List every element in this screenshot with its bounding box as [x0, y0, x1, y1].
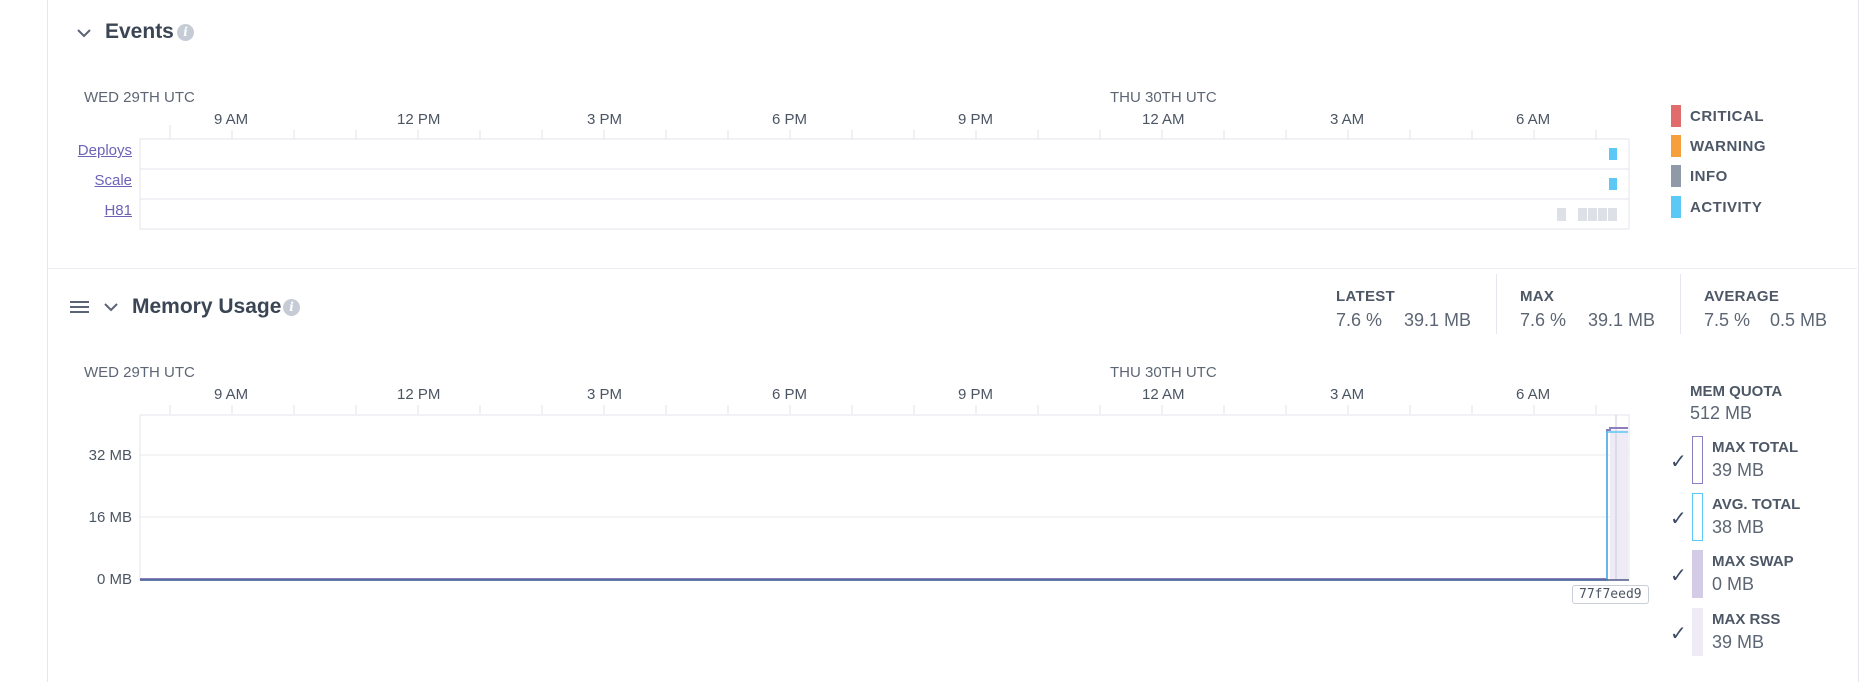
legend-swatch-activity — [1671, 196, 1681, 218]
legend-critical: CRITICAL — [1690, 108, 1764, 125]
max-swap-swatch — [1692, 550, 1703, 598]
memory-title: Memory Usage — [132, 295, 282, 318]
chevron-down-icon[interactable] — [76, 25, 92, 41]
events-row-scale-link[interactable]: Scale — [52, 172, 132, 189]
stat-divider — [1496, 274, 1497, 334]
legend-warning: WARNING — [1690, 138, 1766, 155]
stat-latest-label: LATEST — [1336, 288, 1396, 305]
max-rss-label: MAX RSS — [1712, 611, 1781, 628]
events-date-left: WED 29TH UTC — [84, 89, 195, 106]
y-axis-label: 16 MB — [88, 509, 132, 526]
h81-event-marker — [1588, 208, 1597, 221]
deploy-event-marker — [1609, 148, 1617, 160]
stat-latest-pct: 7.6 % — [1336, 310, 1383, 330]
y-axis-label: 0 MB — [96, 571, 132, 588]
max-swap-value: 0 MB — [1712, 574, 1755, 594]
events-row-h81-link[interactable]: H81 — [52, 202, 132, 219]
stat-max-label: MAX — [1520, 288, 1555, 305]
h81-event-marker — [1608, 208, 1617, 221]
legend-activity: ACTIVITY — [1690, 199, 1763, 216]
events-row-deploys-track — [139, 138, 1630, 170]
max-total-value: 39 MB — [1712, 460, 1765, 480]
avg-total-swatch — [1692, 493, 1703, 541]
section-divider — [48, 268, 1857, 269]
commit-tag[interactable]: 77f7eed9 — [1572, 585, 1649, 604]
stat-max-pct: 7.6 % — [1520, 310, 1567, 330]
info-icon[interactable]: i — [177, 24, 194, 41]
stat-divider — [1680, 274, 1681, 334]
stat-max-mb: 39.1 MB — [1588, 310, 1656, 330]
max-rss-value: 39 MB — [1712, 632, 1765, 652]
legend-info: INFO — [1690, 168, 1728, 185]
mem-quota-label: MEM QUOTA — [1690, 383, 1783, 400]
h81-event-marker — [1598, 208, 1607, 221]
info-icon[interactable]: i — [283, 299, 300, 316]
events-row-deploys-link[interactable]: Deploys — [52, 142, 132, 159]
checkmark-icon[interactable]: ✓ — [1670, 621, 1687, 646]
legend-swatch-warning — [1671, 135, 1681, 157]
mem-quota-value: 512 MB — [1690, 403, 1753, 423]
memory-chart — [139, 405, 1630, 581]
stat-average-label: AVERAGE — [1704, 288, 1780, 305]
y-axis-label: 32 MB — [88, 447, 132, 464]
avg-total-label: AVG. TOTAL — [1712, 496, 1801, 513]
events-date-mid: THU 30TH UTC — [1110, 89, 1217, 106]
max-rss-area — [1610, 430, 1628, 580]
events-title: Events — [105, 20, 174, 43]
max-swap-label: MAX SWAP — [1712, 553, 1794, 570]
checkmark-icon[interactable]: ✓ — [1670, 449, 1687, 474]
avg-total-value: 38 MB — [1712, 517, 1765, 537]
h81-event-marker — [1578, 208, 1587, 221]
events-row-scale-track — [139, 168, 1630, 200]
events-timeline — [139, 125, 1630, 230]
scale-event-marker — [1609, 178, 1617, 190]
memory-date-mid: THU 30TH UTC — [1110, 364, 1217, 381]
events-row-h81-track — [139, 198, 1630, 230]
hamburger-menu-icon[interactable] — [70, 300, 90, 316]
legend-swatch-critical — [1671, 105, 1681, 127]
memory-plot-area — [139, 414, 1630, 581]
stat-average-pct: 7.5 % — [1704, 310, 1751, 330]
checkmark-icon[interactable]: ✓ — [1670, 506, 1687, 531]
h81-event-marker — [1557, 208, 1566, 221]
max-total-swatch — [1692, 436, 1703, 484]
memory-date-left: WED 29TH UTC — [84, 364, 195, 381]
max-total-label: MAX TOTAL — [1712, 439, 1799, 456]
stat-average-mb: 0.5 MB — [1770, 310, 1828, 330]
chevron-down-icon[interactable] — [103, 299, 119, 315]
checkmark-icon[interactable]: ✓ — [1670, 563, 1687, 588]
tick-marks — [169, 405, 1597, 414]
tick-marks — [169, 130, 1597, 139]
legend-swatch-info — [1671, 165, 1681, 187]
max-rss-swatch — [1692, 608, 1703, 656]
stat-latest-mb: 39.1 MB — [1404, 310, 1472, 330]
